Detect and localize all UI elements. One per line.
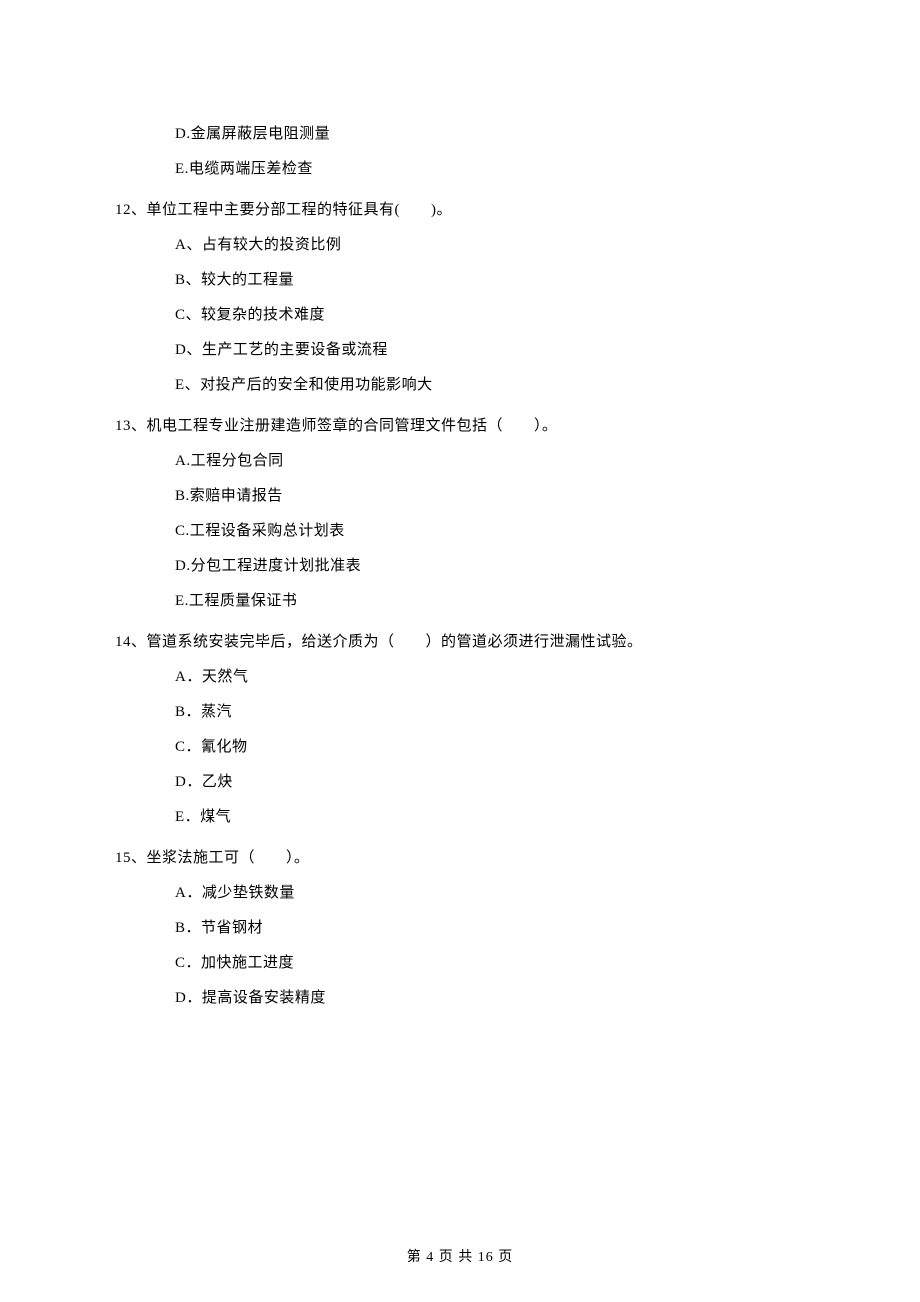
- question-15-option-a: A．减少垫铁数量: [175, 883, 805, 904]
- question-15-option-d: D．提高设备安装精度: [175, 988, 805, 1009]
- question-13-option-a: A.工程分包合同: [175, 451, 805, 472]
- question-14-option-b: B．蒸汽: [175, 702, 805, 723]
- question-13-option-c: C.工程设备采购总计划表: [175, 521, 805, 542]
- question-15-option-c: C．加快施工进度: [175, 953, 805, 974]
- page-content: D.金属屏蔽层电阻测量 E.电缆两端压差检查 12、单位工程中主要分部工程的特征…: [0, 0, 920, 1009]
- question-15-option-b: B．节省钢材: [175, 918, 805, 939]
- question-12-option-e: E、对投产后的安全和使用功能影响大: [175, 375, 805, 396]
- question-13-option-d: D.分包工程进度计划批准表: [175, 556, 805, 577]
- question-14-option-d: D．乙炔: [175, 772, 805, 793]
- prev-question-option-d: D.金属屏蔽层电阻测量: [175, 124, 805, 145]
- page-footer: 第 4 页 共 16 页: [0, 1246, 920, 1266]
- question-15-stem: 15、坐浆法施工可（ ）。: [115, 848, 805, 869]
- question-14-stem: 14、管道系统安装完毕后，给送介质为（ ）的管道必须进行泄漏性试验。: [115, 632, 805, 653]
- question-13-option-e: E.工程质量保证书: [175, 591, 805, 612]
- question-13-stem: 13、机电工程专业注册建造师签章的合同管理文件包括（ ）。: [115, 416, 805, 437]
- question-12-option-d: D、生产工艺的主要设备或流程: [175, 340, 805, 361]
- question-12-option-c: C、较复杂的技术难度: [175, 305, 805, 326]
- question-12-option-b: B、较大的工程量: [175, 270, 805, 291]
- question-14-option-c: C．氰化物: [175, 737, 805, 758]
- question-12-option-a: A、占有较大的投资比例: [175, 235, 805, 256]
- question-13-option-b: B.索赔申请报告: [175, 486, 805, 507]
- question-14-option-e: E．煤气: [175, 807, 805, 828]
- question-14-option-a: A．天然气: [175, 667, 805, 688]
- question-12-stem: 12、单位工程中主要分部工程的特征具有( )。: [115, 200, 805, 221]
- prev-question-option-e: E.电缆两端压差检查: [175, 159, 805, 180]
